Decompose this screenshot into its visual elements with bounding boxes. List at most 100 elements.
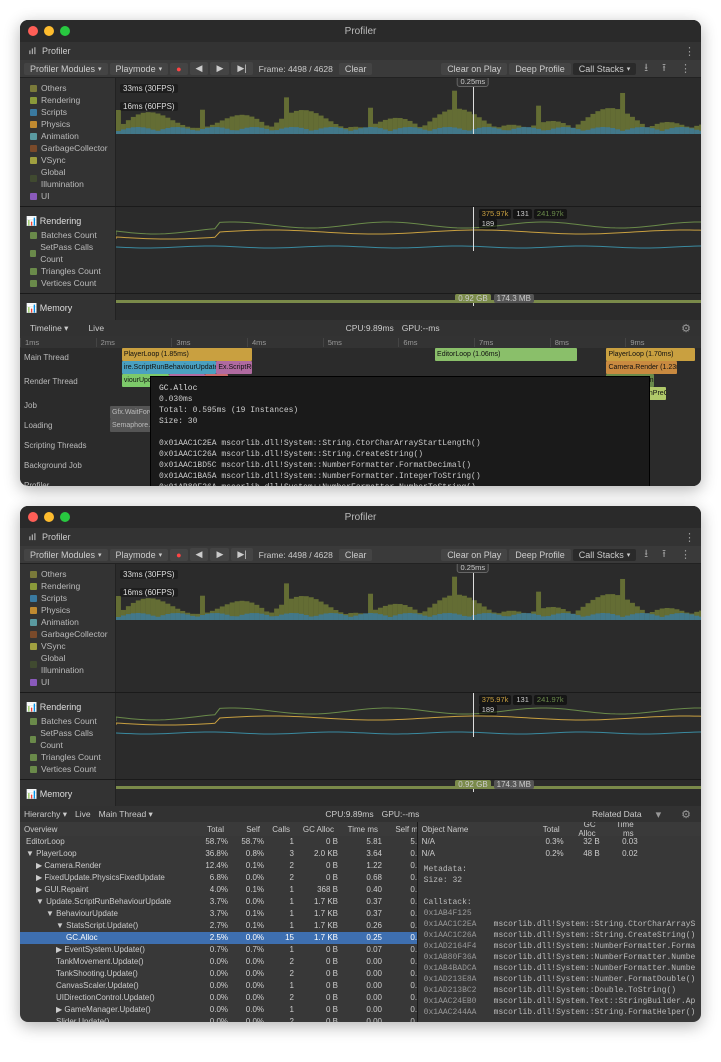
timeline-block[interactable]: Camera.Render (1.23ms) xyxy=(606,361,677,374)
hierarchy-row[interactable]: TankMovement.Update() 0.0%0.0%2 0 B0.000… xyxy=(20,956,417,968)
prev-frame-button[interactable]: ◀ xyxy=(190,62,209,75)
timeline-block[interactable]: ire.ScriptRunBehaviourUpdate (0.3 xyxy=(122,361,217,374)
live-toggle[interactable]: Live xyxy=(75,809,91,819)
hierarchy-row[interactable]: Slider.Update() 0.0%0.0%2 0 B0.000.00 xyxy=(20,1016,417,1022)
rendering-legend-item[interactable]: Triangles Count xyxy=(26,265,109,277)
save-icon[interactable]: ⭱ xyxy=(656,59,672,78)
cpu-legend-item[interactable]: Scripts xyxy=(26,106,109,118)
load-icon[interactable]: ⭳ xyxy=(638,545,654,564)
cpu-legend-item[interactable]: Rendering xyxy=(26,94,109,106)
minimize-icon[interactable] xyxy=(44,26,54,36)
timeline-row-label[interactable]: Main Thread xyxy=(20,348,110,368)
tab-profiler[interactable]: Profiler xyxy=(20,44,79,58)
playmode-dropdown[interactable]: Playmode xyxy=(110,549,169,561)
timeline-body[interactable]: 1ms2ms3ms4ms5ms6ms7ms8ms9ms Main ThreadR… xyxy=(20,336,701,486)
hierarchy-row[interactable]: ▶ GUI.Repaint 4.0%0.1%1 368 B0.400.01 xyxy=(20,884,417,896)
rendering-legend-item[interactable]: Batches Count xyxy=(26,229,109,241)
deep-profile-toggle[interactable]: Deep Profile xyxy=(509,549,571,561)
view-mode-dropdown[interactable]: Hierarchy ▾ xyxy=(24,809,67,820)
timeline-block[interactable]: Ex.ScriptRunGrid xyxy=(216,361,251,374)
hierarchy-row[interactable]: ▼ BehaviourUpdate 3.7%0.1%1 1.7 KB0.370.… xyxy=(20,908,417,920)
cpu-legend-item[interactable]: Rendering xyxy=(26,580,109,592)
tab-profiler[interactable]: Profiler xyxy=(20,530,79,544)
rendering-legend-item[interactable]: SetPass Calls Count xyxy=(26,727,109,751)
timeline-block[interactable]: PlayerLoop (1.85ms) xyxy=(122,348,252,361)
cpu-legend-item[interactable]: Others xyxy=(26,82,109,94)
clear-on-play-toggle[interactable]: Clear on Play xyxy=(441,63,507,75)
cpu-legend-item[interactable]: UI xyxy=(26,676,109,688)
hierarchy-row[interactable]: UIDirectionControl.Update() 0.0%0.0%2 0 … xyxy=(20,992,417,1004)
cpu-legend-item[interactable]: Animation xyxy=(26,616,109,628)
hierarchy-row[interactable]: CanvasScaler.Update() 0.0%0.0%1 0 B0.000… xyxy=(20,980,417,992)
close-icon[interactable] xyxy=(28,512,38,522)
rendering-legend-item[interactable]: Batches Count xyxy=(26,715,109,727)
timeline-row-label[interactable]: Render Thread xyxy=(20,372,110,392)
hierarchy-row[interactable]: EditorLoop 58.7%58.7%1 0 B5.815.81 xyxy=(20,836,417,848)
kebab-menu-icon[interactable]: ⋮ xyxy=(678,45,701,58)
related-row[interactable]: N/A0.2%48 B0.02 xyxy=(418,848,701,860)
next-frame-button[interactable]: ▶ xyxy=(210,548,229,561)
gear-icon[interactable]: ⚙ xyxy=(675,808,697,821)
related-rows[interactable]: N/A0.3%32 B0.03N/A0.2%48 B0.02N/A0.2%48 … xyxy=(418,836,701,860)
details-dropdown-icon[interactable]: ▾ xyxy=(650,808,668,821)
profiler-modules-dropdown[interactable]: Profiler Modules xyxy=(24,549,108,561)
hierarchy-row[interactable]: ▶ GameManager.Update() 0.0%0.0%1 0 B0.00… xyxy=(20,1004,417,1016)
save-icon[interactable]: ⭱ xyxy=(656,545,672,564)
kebab-menu-icon[interactable]: ⋮ xyxy=(674,62,697,75)
clear-button[interactable]: Clear xyxy=(339,549,373,561)
timeline-row-label[interactable]: Loading xyxy=(20,416,110,436)
maximize-icon[interactable] xyxy=(60,26,70,36)
next-frame-button[interactable]: ▶ xyxy=(210,62,229,75)
cpu-legend-item[interactable]: Scripts xyxy=(26,592,109,604)
record-button[interactable]: ● xyxy=(170,549,187,561)
hierarchy-header-row[interactable]: Overview Total Self Calls GC Alloc Time … xyxy=(20,822,417,836)
timeline-row-label[interactable]: Job xyxy=(20,396,110,416)
rendering-module-header[interactable]: 📊 Rendering xyxy=(26,215,109,227)
kebab-menu-icon[interactable]: ⋮ xyxy=(678,531,701,544)
cpu-legend-item[interactable]: UI xyxy=(26,190,109,202)
call-stacks-dropdown[interactable]: Call Stacks xyxy=(573,63,637,75)
kebab-menu-icon[interactable]: ⋮ xyxy=(674,548,697,561)
cpu-legend-item[interactable]: Global Illumination xyxy=(26,652,109,676)
last-frame-button[interactable]: ▶| xyxy=(231,548,252,561)
cpu-legend-item[interactable]: GarbageCollector xyxy=(26,628,109,640)
close-icon[interactable] xyxy=(28,26,38,36)
view-mode-dropdown[interactable]: Timeline ▾ xyxy=(24,322,74,335)
cpu-legend-item[interactable]: VSync xyxy=(26,640,109,652)
hierarchy-row[interactable]: ▶ EventSystem.Update() 0.7%0.7%1 0 B0.07… xyxy=(20,944,417,956)
related-header-row[interactable]: Object Name Total GC Alloc Time ms xyxy=(418,822,701,836)
hierarchy-row[interactable]: ▼ Update.ScriptRunBehaviourUpdate 3.7%0.… xyxy=(20,896,417,908)
cpu-legend-item[interactable]: Physics xyxy=(26,118,109,130)
timeline-row-label[interactable]: Background Job xyxy=(20,456,110,476)
timeline-row-label[interactable]: Profiler xyxy=(20,476,110,486)
maximize-icon[interactable] xyxy=(60,512,70,522)
cpu-legend-item[interactable]: GarbageCollector xyxy=(26,142,109,154)
related-row[interactable]: N/A0.3%32 B0.03 xyxy=(418,836,701,848)
hierarchy-row[interactable]: ▶ Camera.Render 12.4%0.1%2 0 B1.220.01 xyxy=(20,860,417,872)
timeline-row-label[interactable]: Scripting Threads xyxy=(20,436,110,456)
rendering-legend-item[interactable]: SetPass Calls Count xyxy=(26,241,109,265)
prev-frame-button[interactable]: ◀ xyxy=(190,548,209,561)
clear-button[interactable]: Clear xyxy=(339,63,373,75)
hierarchy-row[interactable]: TankShooting.Update() 0.0%0.0%2 0 B0.000… xyxy=(20,968,417,980)
profiler-modules-dropdown[interactable]: Profiler Modules xyxy=(24,63,108,75)
timeline-block[interactable]: EditorLoop (1.06ms) xyxy=(435,348,577,361)
rendering-legend-item[interactable]: Vertices Count xyxy=(26,763,109,775)
memory-module-header[interactable]: 📊 Memory xyxy=(26,788,109,800)
memory-module-header[interactable]: 📊 Memory xyxy=(26,302,109,314)
record-button[interactable]: ● xyxy=(170,63,187,75)
hierarchy-rows[interactable]: EditorLoop 58.7%58.7%1 0 B5.815.81▼ Play… xyxy=(20,836,417,1022)
rendering-module-header[interactable]: 📊 Rendering xyxy=(26,701,109,713)
call-stacks-dropdown[interactable]: Call Stacks xyxy=(573,549,637,561)
cpu-legend-item[interactable]: Animation xyxy=(26,130,109,142)
minimize-icon[interactable] xyxy=(44,512,54,522)
playmode-dropdown[interactable]: Playmode xyxy=(110,63,169,75)
cpu-legend-item[interactable]: Others xyxy=(26,568,109,580)
rendering-legend-item[interactable]: Triangles Count xyxy=(26,751,109,763)
gear-icon[interactable]: ⚙ xyxy=(675,322,697,335)
timeline-block[interactable]: PlayerLoop (1.70ms) xyxy=(606,348,695,361)
last-frame-button[interactable]: ▶| xyxy=(231,62,252,75)
hierarchy-row[interactable]: ▼ PlayerLoop 36.8%0.8%3 2.0 KB3.640.08 xyxy=(20,848,417,860)
cpu-legend-item[interactable]: VSync xyxy=(26,154,109,166)
hierarchy-row[interactable]: GC.Alloc 2.5%0.0%15 1.7 KB0.250.00 xyxy=(20,932,417,944)
